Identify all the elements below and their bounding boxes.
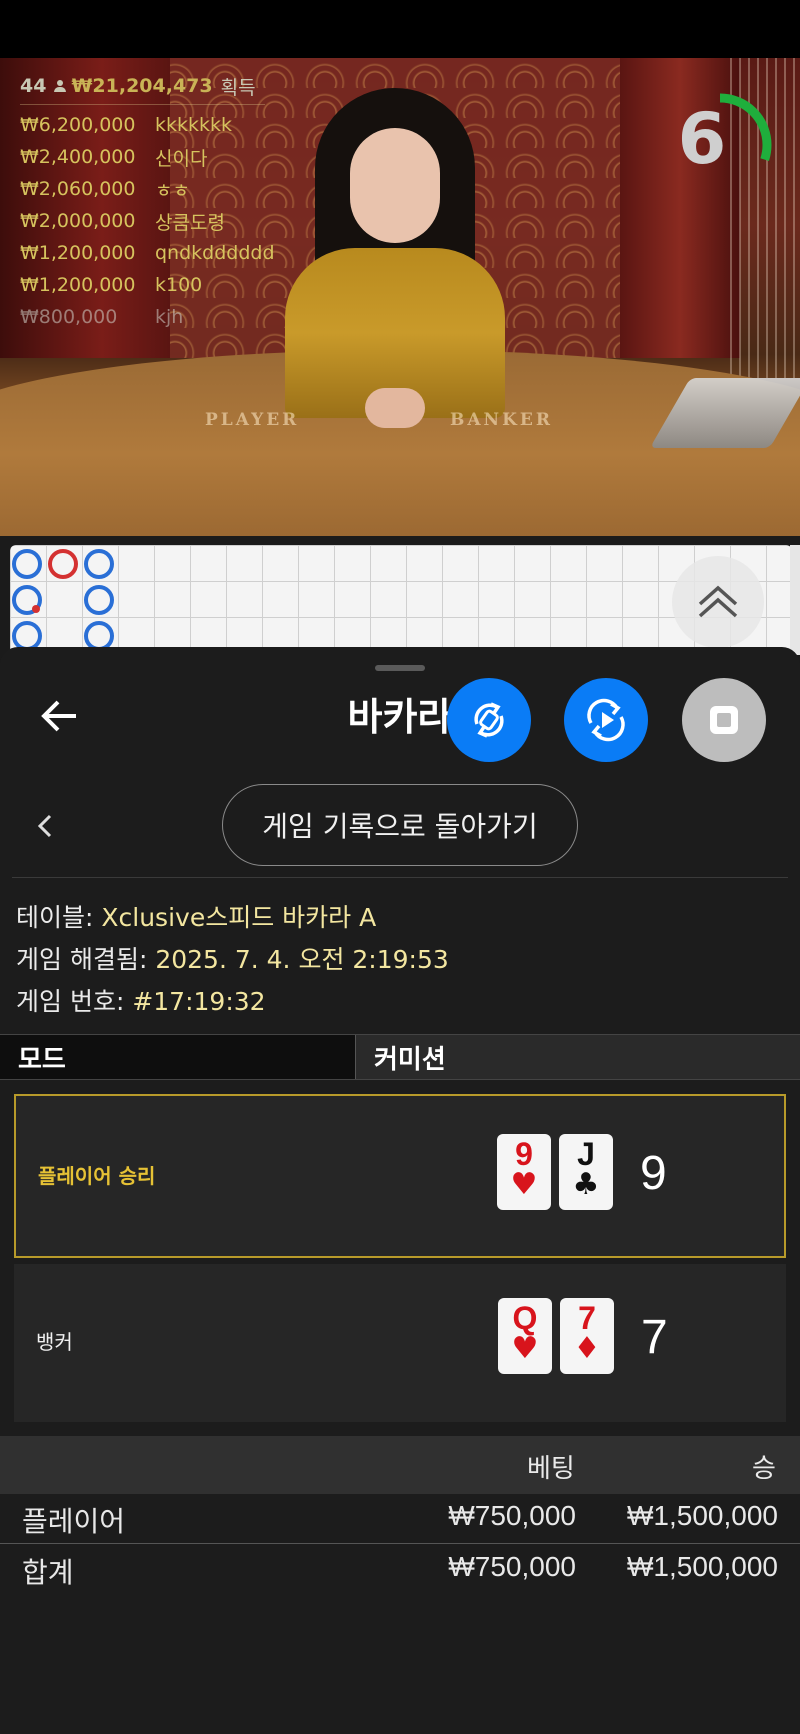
info-game-number-label: 게임 번호:: [16, 987, 125, 1016]
app-root: PLAYER BANKER 44 ₩21,204,473 획득 ₩6,200,0…: [0, 0, 800, 1734]
countdown-number: 6: [677, 98, 727, 180]
felt-label-player: PLAYER: [205, 410, 300, 430]
winner-row: ₩800,000 kjh: [20, 301, 275, 333]
dealer-hands: [365, 388, 425, 428]
info-table: 테이블: Xclusive스피드 바카라 A: [16, 898, 376, 934]
winner-amount: ₩1,200,000: [20, 242, 136, 264]
winner-name: 신이다: [155, 147, 208, 170]
info-game-number: 게임 번호: #17:19:32: [16, 982, 266, 1018]
roadmap-edge: [790, 545, 800, 655]
sheet-grabber[interactable]: [375, 665, 425, 671]
roadmap-player-mark: [84, 585, 114, 615]
winner-name: k100: [155, 274, 203, 296]
winner-row: ₩6,200,000 kkkkkkk: [20, 109, 275, 141]
player-score: 9: [640, 1147, 667, 1200]
rotate-icon: [474, 702, 504, 738]
playing-card: 7 ♦: [560, 1298, 614, 1374]
stop-icon: [710, 706, 738, 734]
total-row-bet: ₩750,000: [448, 1551, 576, 1582]
person-icon: [54, 80, 67, 92]
divider: [0, 1543, 800, 1544]
divider: [12, 877, 788, 878]
banker-result-card: 뱅커 Q ♥ 7 ♦ 7: [14, 1264, 786, 1422]
bets-header-bet: 베팅: [527, 1454, 575, 1484]
tab-mode[interactable]: 모드: [0, 1035, 356, 1079]
bets-header-win: 승: [752, 1454, 776, 1484]
felt-label-banker: BANKER: [450, 410, 553, 430]
table-row: 합계 ₩750,000 ₩1,500,000: [0, 1545, 800, 1595]
tab-commission[interactable]: 커미션: [356, 1035, 800, 1079]
winner-amount: ₩2,400,000: [20, 146, 136, 168]
bet-row-win: ₩1,500,000: [627, 1500, 778, 1531]
playing-card: Q ♥: [498, 1298, 552, 1374]
rotate-button[interactable]: [447, 678, 531, 762]
card-rank: Q: [512, 1300, 538, 1336]
winner-row: ₩2,060,000 ㅎㅎ: [20, 173, 275, 205]
info-resolved-label: 게임 해결됨:: [16, 945, 148, 974]
stop-button[interactable]: [682, 678, 766, 762]
info-game-number-value: #17:19:32: [132, 987, 266, 1016]
card-suit: ♦: [573, 1331, 601, 1366]
chevron-left-icon: [37, 814, 52, 838]
bet-row-bet: ₩750,000: [448, 1500, 576, 1531]
winner-name: kjh: [155, 306, 184, 328]
winner-row: ₩2,000,000 상큼도령: [20, 205, 275, 237]
total-row-win: ₩1,500,000: [627, 1551, 778, 1582]
card-rank: 7: [578, 1300, 596, 1336]
prev-button[interactable]: [28, 808, 64, 844]
banker-score: 7: [641, 1311, 668, 1364]
table-row: 플레이어 ₩750,000 ₩1,500,000: [0, 1494, 800, 1544]
roadmap-player-mark: [84, 549, 114, 579]
winner-row: ₩1,200,000 k100: [20, 269, 275, 301]
status-bar: [0, 0, 800, 58]
winner-amount: ₩800,000: [20, 306, 118, 328]
winner-row: ₩2,400,000 신이다: [20, 141, 275, 173]
replay-icon: [587, 698, 625, 742]
winner-amount: ₩6,200,000: [20, 114, 136, 136]
playing-card: J ♣: [559, 1134, 613, 1210]
winners-summary: 44 ₩21,204,473 획득: [20, 72, 275, 100]
winners-total: ₩21,204,473: [71, 75, 213, 97]
winner-name: kkkkkkk: [155, 114, 233, 136]
winners-label: 획득: [220, 76, 256, 99]
winner-amount: ₩1,200,000: [20, 274, 136, 296]
card-rank: J: [577, 1136, 595, 1172]
back-to-history-button[interactable]: 게임 기록으로 돌아가기: [222, 784, 578, 866]
winner-name: qndkdddddd: [155, 242, 275, 264]
player-result-card: 플레이어 승리 9 ♥ J ♣ 9: [14, 1094, 786, 1258]
card-suit: ♣: [572, 1167, 600, 1202]
winners-divider: [20, 104, 265, 105]
roadmap-player-mark: [12, 549, 42, 579]
double-chevron-up-icon: [698, 585, 738, 618]
winner-name: 상큼도령: [155, 211, 225, 234]
dealer: [285, 88, 505, 428]
bets-header: [0, 1436, 800, 1494]
winners-list: 44 ₩21,204,473 획득 ₩6,200,000 kkkkkkk ₩2,4…: [20, 72, 275, 333]
winner-amount: ₩2,000,000: [20, 210, 136, 232]
back-button[interactable]: [38, 694, 82, 738]
card-suit: ♥: [511, 1331, 539, 1366]
back-arrow-icon: [41, 700, 76, 732]
info-resolved: 게임 해결됨: 2025. 7. 4. 오전 2:19:53: [16, 940, 449, 976]
playing-card: 9 ♥: [497, 1134, 551, 1210]
winner-amount: ₩2,060,000: [20, 178, 136, 200]
card-rank: 9: [515, 1136, 533, 1172]
card-suit: ♥: [510, 1167, 538, 1202]
info-table-value: Xclusive스피드 바카라 A: [101, 903, 377, 932]
bet-row-label: 플레이어: [22, 1506, 126, 1537]
total-row-label: 합계: [22, 1557, 74, 1588]
winner-name: ㅎㅎ: [155, 179, 190, 202]
mode-tabs: 모드 커미션: [0, 1034, 800, 1080]
info-resolved-value: 2025. 7. 4. 오전 2:19:53: [155, 945, 449, 974]
winners-count: 44: [20, 75, 47, 97]
roadmap-banker-mark: [48, 549, 78, 579]
winner-row: ₩1,200,000 qndkdddddd: [20, 237, 275, 269]
info-table-label: 테이블:: [16, 903, 94, 932]
expand-roadmap-button[interactable]: [672, 556, 764, 648]
player-result-label: 플레이어 승리: [38, 1164, 156, 1188]
roadmap-pair-dot: [32, 605, 40, 613]
replay-button[interactable]: [564, 678, 648, 762]
banker-result-label: 뱅커: [36, 1330, 73, 1354]
dealer-face: [350, 128, 440, 243]
